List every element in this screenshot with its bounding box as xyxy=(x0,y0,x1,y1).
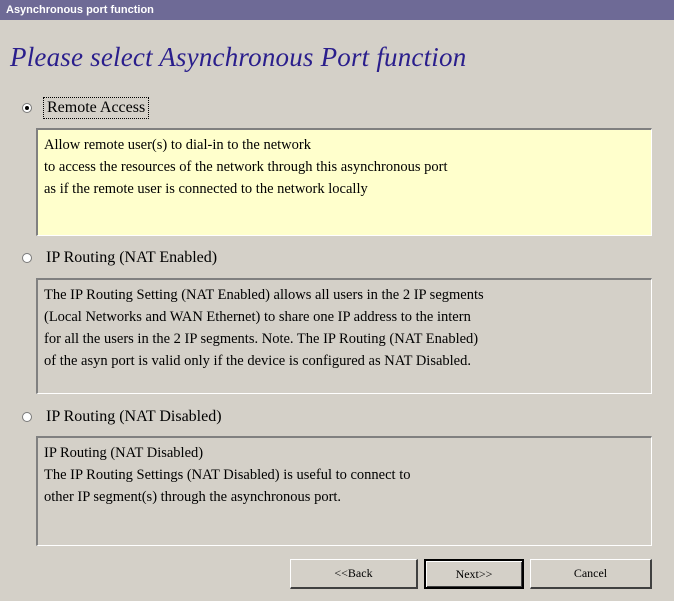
next-button[interactable]: Next>> xyxy=(424,559,524,589)
description-line: for all the users in the 2 IP segments. … xyxy=(44,331,479,347)
description-line: Allow remote user(s) to dial-in to the n… xyxy=(44,137,311,153)
description-line: The IP Routing Setting (NAT Enabled) all… xyxy=(44,287,484,303)
window-title: Asynchronous port function xyxy=(6,4,154,16)
radio-button-remote-access[interactable] xyxy=(22,103,32,113)
radio-button-ip-routing-nat-enabled[interactable] xyxy=(22,253,32,263)
window-title-bar: Asynchronous port function xyxy=(0,0,674,20)
page-heading: Please select Asynchronous Port function xyxy=(10,42,467,72)
radio-option-ip-routing-nat-disabled[interactable]: IP Routing (NAT Disabled) xyxy=(22,405,225,429)
radio-option-remote-access[interactable]: Remote Access xyxy=(22,96,150,120)
radio-selected-dot xyxy=(25,106,29,110)
description-ip-routing-nat-enabled: The IP Routing Setting (NAT Enabled) all… xyxy=(36,278,652,394)
description-line: IP Routing (NAT Disabled) xyxy=(44,445,204,461)
description-line: (Local Networks and WAN Ethernet) to sha… xyxy=(44,309,471,325)
cancel-button[interactable]: Cancel xyxy=(530,559,652,589)
option-label-ip-routing-nat-enabled[interactable]: IP Routing (NAT Enabled) xyxy=(43,248,220,268)
radio-option-ip-routing-nat-enabled[interactable]: IP Routing (NAT Enabled) xyxy=(22,246,220,270)
option-label-ip-routing-nat-disabled[interactable]: IP Routing (NAT Disabled) xyxy=(43,407,225,427)
description-remote-access: Allow remote user(s) to dial-in to the n… xyxy=(36,128,652,236)
description-line: other IP segment(s) through the asynchro… xyxy=(44,489,342,505)
description-line: as if the remote user is connected to th… xyxy=(44,181,368,197)
radio-button-ip-routing-nat-disabled[interactable] xyxy=(22,412,32,422)
description-line: The IP Routing Settings (NAT Disabled) i… xyxy=(44,467,411,483)
description-ip-routing-nat-disabled: IP Routing (NAT Disabled) The IP Routing… xyxy=(36,436,652,546)
back-button[interactable]: <<Back xyxy=(290,559,418,589)
description-line: to access the resources of the network t… xyxy=(44,159,448,175)
description-line: of the asyn port is valid only if the de… xyxy=(44,353,471,369)
option-label-remote-access[interactable]: Remote Access xyxy=(43,97,150,119)
